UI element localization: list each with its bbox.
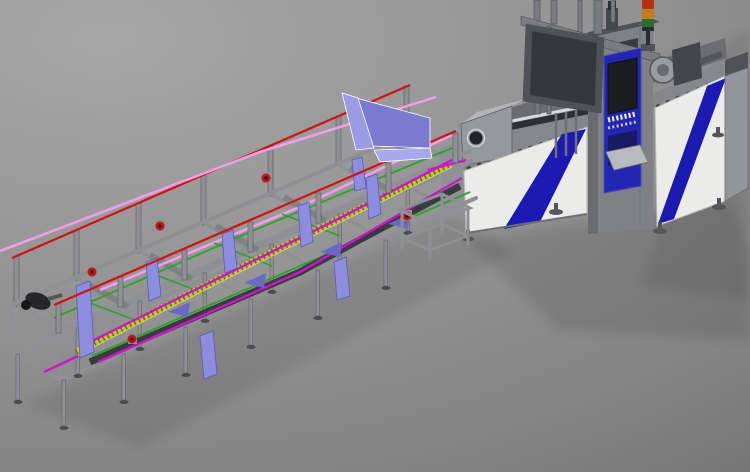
enclosure-post <box>594 0 602 34</box>
rack-leg <box>16 354 20 400</box>
rack-foot <box>74 374 83 378</box>
hmi-panel <box>604 48 648 193</box>
rack-post-front <box>248 222 253 252</box>
rack-post-front <box>118 277 123 307</box>
machine-end-cap <box>725 68 748 201</box>
rack-post-front <box>316 193 321 223</box>
clamp-unit <box>156 220 166 231</box>
clamp-unit <box>88 266 98 277</box>
rack-post-front <box>386 163 391 193</box>
rack-post <box>14 256 19 306</box>
left-end-upright <box>10 306 16 354</box>
enclosure-post <box>551 0 557 24</box>
rotary-flange-hub <box>657 64 669 76</box>
rack-post <box>336 116 341 166</box>
rack-post-front <box>453 133 458 163</box>
rack-post <box>201 175 206 225</box>
rack-leg <box>184 327 188 373</box>
rack-foot <box>314 316 323 320</box>
rack-foot <box>201 319 210 323</box>
signal-base <box>641 44 655 51</box>
signal-light-amber <box>642 10 654 19</box>
hmi-screen[interactable] <box>608 58 637 114</box>
rack-foot <box>60 426 69 430</box>
flipper <box>244 273 266 288</box>
rack-post <box>136 203 141 253</box>
rack-foot <box>182 373 191 377</box>
motor-shaft <box>48 295 62 299</box>
clamp-unit <box>128 333 138 344</box>
rack-post <box>74 230 79 280</box>
monitor-panel <box>530 31 597 106</box>
enclosure-post <box>611 0 615 22</box>
rack-leg <box>316 270 320 316</box>
cad-render-stage <box>0 0 750 472</box>
rack-leg <box>384 240 388 286</box>
rack-post-front <box>182 250 187 280</box>
rack-foot <box>120 400 129 404</box>
rack-foot <box>247 345 256 349</box>
signal-light-red <box>642 0 654 9</box>
laser-machine <box>440 0 748 242</box>
rack-foot <box>136 347 145 351</box>
signal-cap <box>642 27 654 31</box>
rack-foot <box>268 290 277 294</box>
rack-leg <box>62 380 66 426</box>
support-plate <box>298 202 313 247</box>
support-plate <box>366 174 381 219</box>
rack-foot <box>382 286 391 290</box>
rack-leg <box>122 354 126 400</box>
motor-cap <box>21 300 31 310</box>
clamp-unit <box>262 172 272 183</box>
rack-post-front <box>56 303 61 333</box>
flipper <box>320 242 342 257</box>
rack-leg <box>249 299 253 345</box>
machine-scene <box>0 0 750 472</box>
rack-post <box>268 146 273 196</box>
signal-light-green <box>642 19 654 27</box>
chuck-bore <box>470 132 483 145</box>
rack-foot <box>14 400 23 404</box>
